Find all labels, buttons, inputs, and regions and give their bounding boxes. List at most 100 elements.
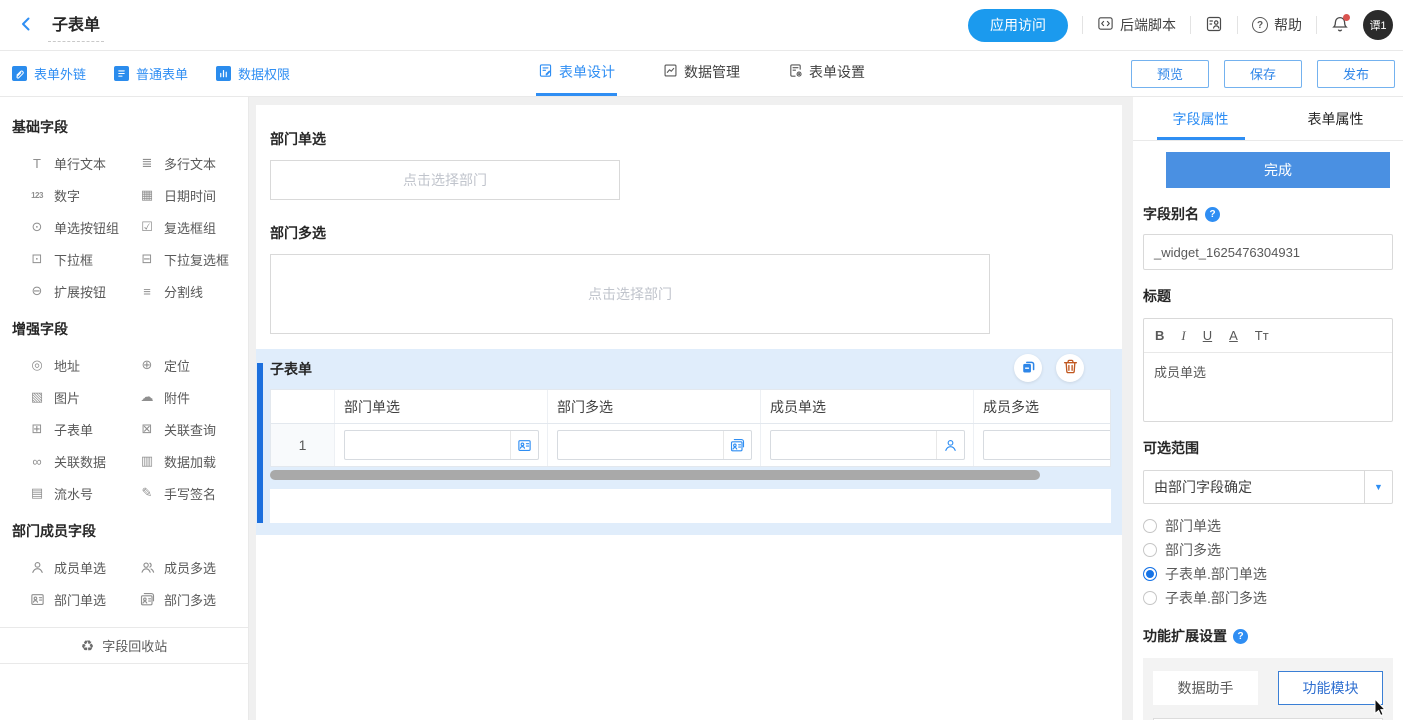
data-permission-button[interactable]: 数据权限: [216, 64, 290, 83]
radio-subform-dept-single[interactable]: 子表单.部门单选: [1143, 562, 1393, 586]
bold-button[interactable]: B: [1155, 328, 1164, 343]
tab-field-properties[interactable]: 字段属性: [1133, 97, 1268, 140]
alias-input[interactable]: _widget_1625476304931: [1143, 234, 1393, 270]
sidebar-item-multi-text[interactable]: ≣多行文本: [138, 147, 248, 179]
notifications-button[interactable]: [1331, 15, 1349, 36]
font-size-button[interactable]: Tт: [1255, 328, 1269, 343]
page-title[interactable]: 子表单: [48, 9, 104, 42]
app-header: 子表单 应用访问 后端脚本 ? 帮助 谭1: [0, 0, 1403, 51]
sidebar-item-member-multi[interactable]: 成员多选: [138, 551, 248, 583]
tab-data-manage[interactable]: 数据管理: [661, 51, 742, 96]
avatar[interactable]: 谭1: [1363, 10, 1393, 40]
radio-dept-multi[interactable]: 部门多选: [1143, 538, 1393, 562]
member-single-cell-input[interactable]: [770, 430, 965, 460]
back-button[interactable]: [14, 13, 38, 37]
range-options: 部门单选 部门多选 子表单.部门单选 子表单.部门多选: [1143, 514, 1393, 610]
radio-dept-single[interactable]: 部门单选: [1143, 514, 1393, 538]
external-link-button[interactable]: 表单外链: [12, 64, 86, 83]
form-card: 部门单选 点击选择部门 部门多选 点击选择部门 子表单: [256, 105, 1122, 720]
linked-query-icon: ⊠: [138, 421, 156, 437]
field-recycle-bin[interactable]: ♻ 字段回收站: [0, 627, 248, 664]
sidebar-item-dept-multi[interactable]: 部门多选: [138, 583, 248, 615]
sidebar-item-image[interactable]: ▧图片: [28, 381, 138, 413]
image-icon: ▧: [28, 389, 46, 405]
dept-single-picker[interactable]: 点击选择部门: [270, 160, 620, 200]
font-color-button[interactable]: A: [1229, 328, 1238, 343]
sidebar-item-member-single[interactable]: 成员单选: [28, 551, 138, 583]
alias-label-row: 字段别名 ?: [1143, 204, 1393, 224]
sidebar-item-attachment[interactable]: ☁附件: [138, 381, 248, 413]
help-badge-icon[interactable]: ?: [1233, 629, 1248, 644]
sidebar-item-datetime[interactable]: ▦日期时间: [138, 179, 248, 211]
contacts-button[interactable]: [1205, 15, 1223, 36]
multi-select-icon: ⊟: [138, 251, 156, 267]
publish-button[interactable]: 发布: [1317, 60, 1395, 88]
dept-single-cell-input[interactable]: [344, 430, 539, 460]
sidebar-item-extend-button[interactable]: ⊖扩展按钮: [28, 275, 138, 307]
dept-multi-picker[interactable]: 点击选择部门: [270, 254, 990, 334]
panel-tabs: 字段属性 表单属性: [1133, 97, 1403, 141]
sidebar-item-single-text[interactable]: T单行文本: [28, 147, 138, 179]
underline-button[interactable]: U: [1203, 328, 1212, 343]
sidebar-item-data-load[interactable]: ▥数据加载: [138, 445, 248, 477]
preview-button[interactable]: 预览: [1131, 60, 1209, 88]
sidebar-item-subform[interactable]: ⊞子表单: [28, 413, 138, 445]
sidebar-item-multi-select[interactable]: ⊟下拉复选框: [138, 243, 248, 275]
delete-widget-button[interactable]: [1056, 354, 1084, 382]
sidebar-item-serial-number[interactable]: ▤流水号: [28, 477, 138, 509]
tab-form-settings[interactable]: 表单设置: [786, 51, 867, 96]
department-icon[interactable]: [510, 431, 538, 459]
sidebar-item-number[interactable]: 123数字: [28, 179, 138, 211]
function-module-button[interactable]: 功能模块: [1278, 671, 1383, 705]
sidebar-item-linked-data[interactable]: ∞关联数据: [28, 445, 138, 477]
ext-settings-label: 功能扩展设置: [1143, 626, 1227, 646]
member-multi-cell-input[interactable]: [983, 430, 1110, 460]
subform-widget-selected[interactable]: 子表单 部门单选 部门多选 成员单选: [256, 349, 1122, 535]
dept-member-fields-grid: 成员单选 成员多选 部门单选 部门多选: [0, 551, 248, 615]
title-editor: B I U A Tт 成员单选: [1143, 318, 1393, 422]
copy-widget-button[interactable]: [1014, 354, 1042, 382]
radio-subform-dept-multi[interactable]: 子表单.部门多选: [1143, 586, 1393, 610]
sidebar-item-location[interactable]: ⊕定位: [138, 349, 248, 381]
dept-multi-cell-input[interactable]: [557, 430, 752, 460]
sidebar-item-dept-single[interactable]: 部门单选: [28, 583, 138, 615]
section-title-enhanced: 增强字段: [0, 307, 248, 349]
radio-group-icon: ⊙: [28, 219, 46, 235]
app-access-button[interactable]: 应用访问: [968, 9, 1068, 42]
person-icon[interactable]: [936, 431, 964, 459]
sidebar-item-checkbox-group[interactable]: ☑复选框组: [138, 211, 248, 243]
sidebar-item-divider-field[interactable]: ≡分割线: [138, 275, 248, 307]
title-textarea[interactable]: 成员单选: [1144, 353, 1392, 421]
backend-script-button[interactable]: 后端脚本: [1097, 15, 1176, 35]
chevron-left-icon: [18, 16, 34, 35]
sidebar-item-linked-query[interactable]: ⊠关联查询: [138, 413, 248, 445]
divider: [1190, 16, 1191, 34]
departments-icon[interactable]: [723, 431, 751, 459]
sidebar-item-signature[interactable]: ✎手写签名: [138, 477, 248, 509]
data-assistant-button[interactable]: 数据助手: [1153, 671, 1258, 705]
radio-icon: [1143, 543, 1157, 557]
sidebar-item-address[interactable]: ◎地址: [28, 349, 138, 381]
plain-form-button[interactable]: 普通表单: [114, 64, 188, 83]
tab-form-settings-label: 表单设置: [809, 62, 865, 82]
tab-form-design[interactable]: 表单设计: [536, 51, 617, 96]
scrollbar-thumb[interactable]: [270, 470, 1040, 480]
radio-icon: [1143, 591, 1157, 605]
column-header: 部门多选: [548, 390, 761, 423]
tab-form-properties[interactable]: 表单属性: [1268, 97, 1403, 140]
contacts-icon: [1205, 15, 1223, 36]
sidebar-item-radio-group[interactable]: ⊙单选按钮组: [28, 211, 138, 243]
help-button[interactable]: ? 帮助: [1252, 15, 1302, 35]
help-badge-icon[interactable]: ?: [1205, 207, 1220, 222]
form-canvas: 部门单选 点击选择部门 部门多选 点击选择部门 子表单: [249, 97, 1133, 720]
toolbar-links: 表单外链 普通表单 数据权限: [0, 51, 290, 96]
range-select[interactable]: 由部门字段确定 ▼: [1143, 470, 1393, 504]
column-header: 成员单选: [761, 390, 974, 423]
sidebar-item-select[interactable]: ⊡下拉框: [28, 243, 138, 275]
address-icon: ◎: [28, 357, 46, 373]
italic-button[interactable]: I: [1181, 328, 1185, 344]
save-button[interactable]: 保存: [1224, 60, 1302, 88]
done-button[interactable]: 完成: [1166, 152, 1390, 188]
alias-label: 字段别名: [1143, 204, 1199, 224]
radio-checked-icon: [1143, 567, 1157, 581]
